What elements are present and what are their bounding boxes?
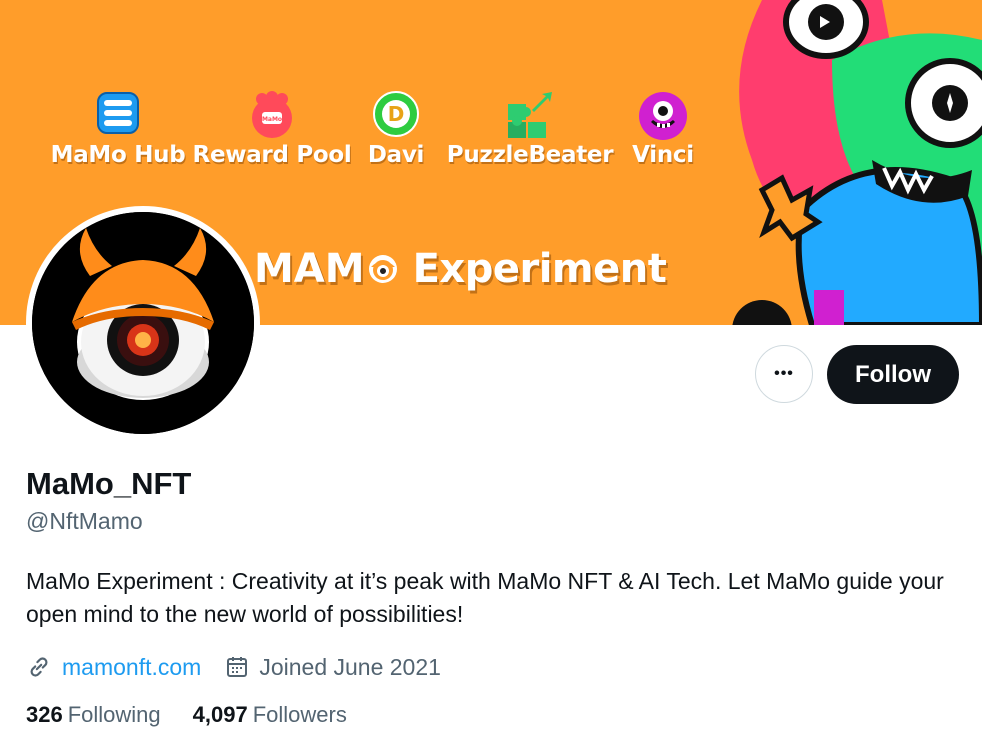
followers-count: 4,097 [192,702,248,727]
username-handle: @NftMamo [26,508,143,534]
banner-character-art [732,0,982,325]
display-name: MaMo_NFT [26,466,192,501]
svg-text:MaMo: MaMo [262,116,282,123]
app-label: Reward Pool [192,142,352,168]
app-label: PuzzleBeater [446,142,614,168]
website-item: mamonft.com [26,654,201,681]
following-label: Following [67,702,161,727]
followers-label: Followers [252,702,347,727]
banner-title-prefix: MAM [254,246,365,292]
svg-text:D: D [388,102,405,126]
hub-icon [97,92,139,134]
app-label: MaMo Hub [50,142,186,168]
reward-pool-icon: MaMo [252,91,292,138]
joined-date: Joined June 2021 [259,653,441,680]
profile-bio: MaMo Experiment : Creativity at it’s pea… [26,568,944,627]
profile-avatar[interactable] [26,206,260,440]
joined-item: Joined June 2021 [225,654,441,681]
more-icon: ••• [774,365,794,382]
link-icon [30,657,48,677]
vinci-icon [639,92,687,140]
profile-meta: mamonft.com Joined June 2021 [26,650,465,684]
eye-logo-icon [368,255,397,283]
banner-title: MAM Experiment [254,246,667,292]
davi-icon: D [373,91,419,137]
followers-stat[interactable]: 4,097 Followers [193,702,347,728]
app-label: Vinci [632,142,694,168]
calendar-icon [227,657,248,677]
website-link[interactable]: mamonft.com [62,654,201,681]
app-label: Davi [367,142,425,168]
avatar [32,212,254,434]
follow-button[interactable]: Follow [827,345,959,404]
eye-monster-avatar-icon [32,212,254,434]
puzzle-icon [508,92,552,138]
following-stat[interactable]: 326 Following [26,702,161,728]
more-options-button[interactable]: ••• [755,345,813,403]
banner-title-suffix: Experiment [412,246,667,292]
follow-stats: 326 Following 4,097 Followers [26,702,379,728]
following-count: 326 [26,702,63,727]
